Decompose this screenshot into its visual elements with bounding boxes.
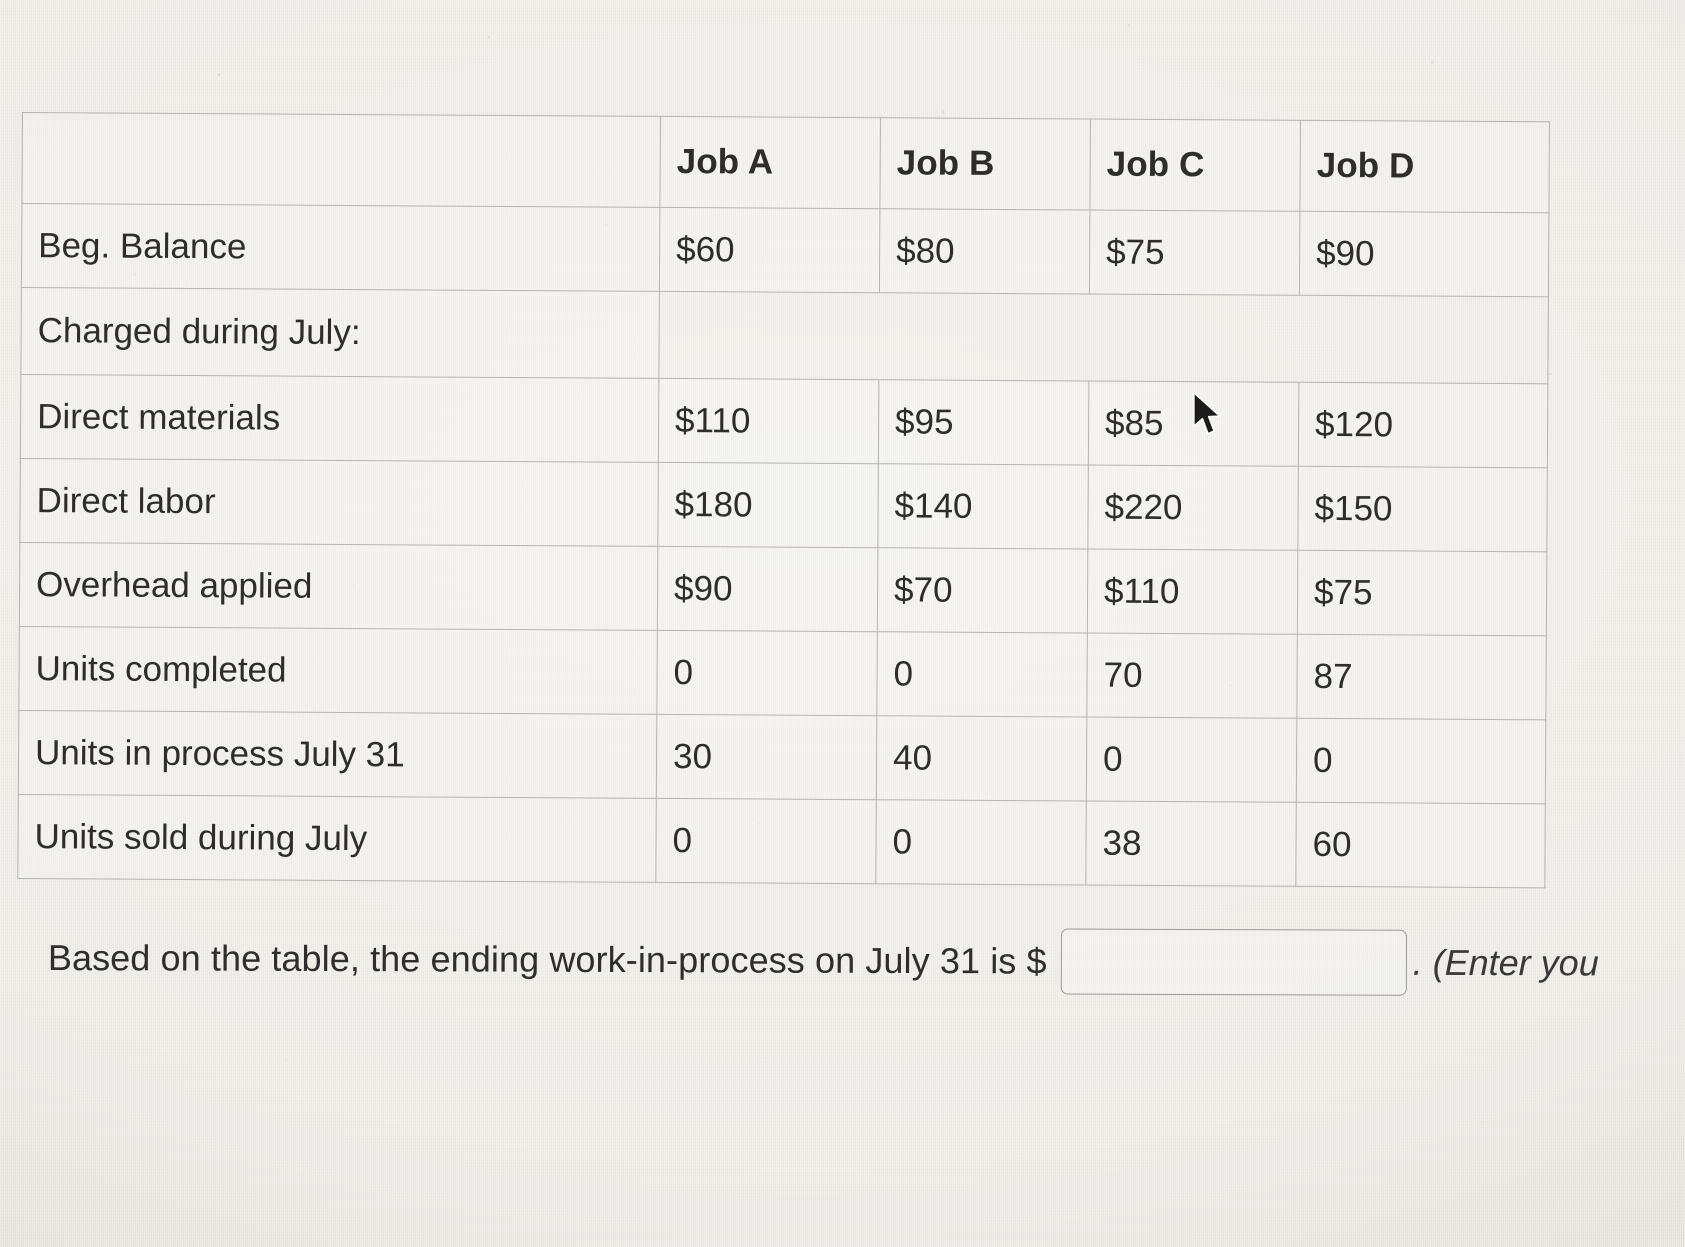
table-row: Direct materials $110 $95 $85 $120 (20, 374, 1548, 468)
cell-units-in-process-job-d: 0 (1296, 718, 1546, 804)
job-cost-table: Job A Job B Job C Job D Beg. Balance $60… (17, 112, 1550, 888)
cell-units-sold-job-b: 0 (875, 799, 1087, 886)
cell-beg-balance-job-a: $60 (659, 207, 880, 293)
row-label-charged-during-july: Charged during July: (20, 287, 660, 379)
cell-units-completed-job-a: 0 (656, 630, 878, 716)
table-row: Units completed 0 0 70 87 (18, 626, 1547, 720)
table-header-row: Job A Job B Job C Job D (21, 112, 1550, 213)
table-row: Charged during July: (20, 287, 1549, 384)
cell-direct-materials-job-b: $95 (878, 379, 1089, 466)
cell-overhead-job-d: $75 (1297, 550, 1547, 636)
cell-charged-job-b (878, 292, 1090, 382)
column-header-job-c: Job C (1089, 119, 1301, 212)
column-header-job-d: Job D (1299, 120, 1550, 213)
cell-overhead-job-a: $90 (657, 546, 878, 632)
cell-beg-balance-job-d: $90 (1299, 211, 1549, 297)
question-note: . (Enter you (1412, 941, 1599, 984)
cell-overhead-job-c: $110 (1087, 549, 1298, 635)
row-label-units-in-process: Units in process July 31 (18, 710, 657, 799)
cell-beg-balance-job-c: $75 (1089, 210, 1300, 296)
answer-input[interactable] (1060, 928, 1407, 996)
column-header-job-b: Job B (879, 117, 1091, 211)
cell-units-sold-job-d: 60 (1295, 802, 1546, 888)
cell-units-in-process-job-b: 40 (876, 715, 1087, 802)
cell-direct-materials-job-c: $85 (1088, 381, 1299, 467)
table-row: Units in process July 31 30 40 0 0 (18, 710, 1546, 804)
row-label-overhead-applied: Overhead applied (19, 542, 658, 631)
question-prompt-row: Based on the table, the ending work-in-p… (48, 925, 1685, 997)
cell-beg-balance-job-b: $80 (879, 208, 1090, 295)
question-text: Based on the table, the ending work-in-p… (47, 936, 1047, 982)
table-body: Beg. Balance $60 $80 $75 $90 Charged dur… (17, 203, 1549, 888)
row-label-direct-materials: Direct materials (20, 374, 659, 463)
table-row: Beg. Balance $60 $80 $75 $90 (21, 203, 1549, 297)
row-label-beg-balance: Beg. Balance (21, 203, 660, 292)
cell-units-in-process-job-c: 0 (1086, 717, 1297, 803)
row-label-direct-labor: Direct labor (19, 458, 659, 547)
cell-direct-labor-job-d: $150 (1297, 466, 1548, 552)
cell-charged-job-c (1088, 294, 1300, 383)
table-row: Overhead applied $90 $70 $110 $75 (19, 542, 1547, 636)
cell-direct-materials-job-a: $110 (658, 378, 879, 464)
table-corner-cell (21, 112, 661, 208)
cell-direct-labor-job-a: $180 (657, 462, 879, 548)
table-row: Units sold during July 0 0 38 60 (17, 794, 1546, 888)
cell-units-in-process-job-a: 30 (656, 714, 877, 800)
column-header-job-a: Job A (659, 116, 881, 209)
cell-charged-job-d (1298, 295, 1549, 384)
cell-direct-labor-job-b: $140 (877, 463, 1089, 550)
cell-units-sold-job-c: 38 (1085, 801, 1297, 887)
row-label-units-sold: Units sold during July (17, 794, 657, 883)
cell-overhead-job-b: $70 (877, 547, 1088, 634)
cell-units-completed-job-d: 87 (1296, 634, 1547, 720)
cell-units-completed-job-b: 0 (876, 631, 1088, 718)
row-label-units-completed: Units completed (18, 626, 658, 715)
cell-units-completed-job-c: 70 (1086, 633, 1298, 719)
table-row: Direct labor $180 $140 $220 $150 (19, 458, 1548, 552)
cell-direct-labor-job-c: $220 (1087, 465, 1299, 551)
cell-units-sold-job-a: 0 (655, 798, 877, 884)
job-cost-table-container: Job A Job B Job C Job D Beg. Balance $60… (17, 112, 1550, 888)
cell-charged-job-a (658, 291, 880, 380)
cell-direct-materials-job-d: $120 (1298, 382, 1548, 468)
